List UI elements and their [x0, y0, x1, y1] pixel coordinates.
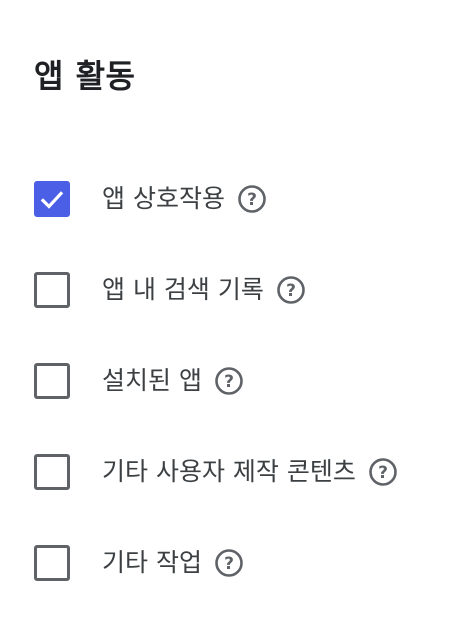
item-label: 기타 작업 — [102, 548, 202, 577]
list-item: 기타 사용자 제작 콘텐츠 ? — [34, 451, 454, 493]
help-circle-icon[interactable]: ? — [214, 366, 244, 396]
item-label: 앱 상호작용 — [102, 184, 225, 213]
app-activity-panel: 앱 활동 앱 상호작용 ? 앱 내 검색 기록 ? 설치된 앱 ? 기타 사용자… — [0, 0, 462, 626]
checkbox-in-app-search-history[interactable] — [34, 272, 70, 308]
help-circle-icon[interactable]: ? — [276, 275, 306, 305]
item-label: 앱 내 검색 기록 — [102, 275, 264, 304]
svg-text:?: ? — [224, 372, 234, 392]
item-label: 기타 사용자 제작 콘텐츠 — [102, 457, 356, 486]
section-title: 앱 활동 — [34, 57, 136, 95]
item-label: 설치된 앱 — [102, 366, 202, 395]
help-circle-icon[interactable]: ? — [237, 184, 267, 214]
checkmark-icon — [40, 191, 64, 209]
list-item: 앱 상호작용 ? — [34, 178, 454, 220]
list-item: 설치된 앱 ? — [34, 360, 454, 402]
checkbox-list: 앱 상호작용 ? 앱 내 검색 기록 ? 설치된 앱 ? 기타 사용자 제작 콘… — [34, 178, 454, 633]
help-circle-icon[interactable]: ? — [214, 548, 244, 578]
checkbox-other-actions[interactable] — [34, 545, 70, 581]
svg-text:?: ? — [224, 554, 234, 574]
list-item: 기타 작업 ? — [34, 542, 454, 584]
help-circle-icon[interactable]: ? — [368, 457, 398, 487]
list-item: 앱 내 검색 기록 ? — [34, 269, 454, 311]
checkbox-app-interactions[interactable] — [34, 181, 70, 217]
svg-text:?: ? — [286, 281, 296, 301]
svg-text:?: ? — [378, 463, 388, 483]
checkbox-other-user-generated-content[interactable] — [34, 454, 70, 490]
svg-text:?: ? — [247, 190, 257, 210]
checkbox-installed-apps[interactable] — [34, 363, 70, 399]
